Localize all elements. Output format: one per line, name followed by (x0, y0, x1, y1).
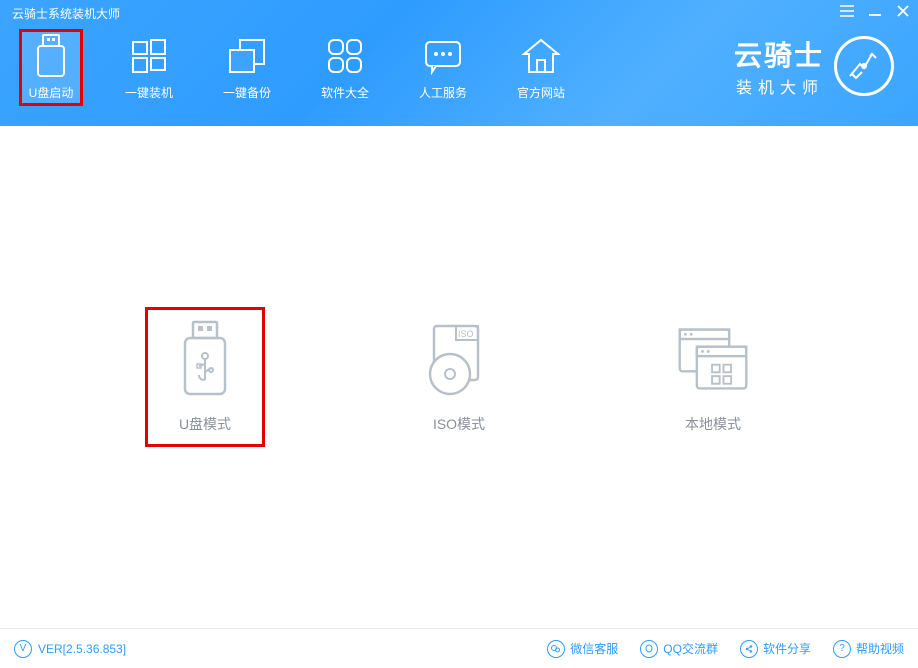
nav-item-oneclick-backup[interactable]: 一键备份 (216, 30, 278, 105)
footer-version[interactable]: V VER[2.5.36.853] (14, 640, 126, 658)
footer-link-help[interactable]: ? 帮助视频 (833, 640, 904, 658)
footer-link-share[interactable]: 软件分享 (740, 640, 811, 658)
apps-icon (323, 34, 367, 78)
mode-label: U盘模式 (179, 414, 231, 434)
svg-text:ISO: ISO (458, 329, 474, 339)
mode-label: ISO模式 (433, 414, 485, 434)
footer: V VER[2.5.36.853] 微信客服 QQ交流群 软件分享 ? 帮助视频 (0, 628, 918, 668)
iso-mode-icon: ISO (420, 320, 498, 398)
menu-icon[interactable] (840, 4, 854, 18)
nav-label: 一键备份 (223, 84, 271, 101)
chat-icon (421, 34, 465, 78)
brand-name: 云骑士 (734, 34, 824, 74)
nav-item-website[interactable]: 官方网站 (510, 30, 572, 105)
footer-link-qq[interactable]: QQ交流群 (640, 640, 718, 658)
minimize-button[interactable] (868, 4, 882, 18)
footer-link-label: 软件分享 (763, 640, 811, 657)
wechat-icon (547, 640, 565, 658)
nav-label: U盘启动 (29, 84, 74, 101)
nav-label: 一键装机 (125, 84, 173, 101)
brand-text: 云骑士 装机大师 (734, 34, 824, 98)
usb-mode-icon (166, 320, 244, 398)
share-icon (740, 640, 758, 658)
footer-links: 微信客服 QQ交流群 软件分享 ? 帮助视频 (547, 640, 904, 658)
mode-label: 本地模式 (685, 414, 741, 434)
nav-label: 人工服务 (419, 84, 467, 101)
close-button[interactable] (896, 4, 910, 18)
nav-label: 软件大全 (321, 84, 369, 101)
nav-item-usb-boot[interactable]: U盘启动 (20, 30, 82, 105)
mode-local[interactable]: 本地模式 (656, 310, 770, 444)
header: 云骑士系统装机大师 U盘启动 (0, 0, 918, 126)
qq-icon (640, 640, 658, 658)
titlebar: 云骑士系统装机大师 (0, 0, 918, 26)
footer-link-label: QQ交流群 (663, 640, 718, 657)
backup-icon (225, 34, 269, 78)
nav-item-support[interactable]: 人工服务 (412, 30, 474, 105)
footer-link-label: 帮助视频 (856, 640, 904, 657)
mode-iso[interactable]: ISO ISO模式 (402, 310, 516, 444)
brand-subtitle: 装机大师 (736, 74, 824, 98)
window-controls (840, 4, 910, 18)
usb-icon (29, 34, 73, 78)
main-content: U盘模式 ISO ISO模式 (0, 126, 918, 628)
brand-logo-icon (834, 36, 894, 96)
nav-item-oneclick-install[interactable]: 一键装机 (118, 30, 180, 105)
footer-link-label: 微信客服 (570, 640, 618, 657)
windows-icon (127, 34, 171, 78)
app-title: 云骑士系统装机大师 (8, 5, 120, 22)
nav-item-software[interactable]: 软件大全 (314, 30, 376, 105)
footer-link-wechat[interactable]: 微信客服 (547, 640, 618, 658)
nav-label: 官方网站 (517, 84, 565, 101)
mode-usb[interactable]: U盘模式 (148, 310, 262, 444)
local-mode-icon (674, 320, 752, 398)
home-icon (519, 34, 563, 78)
brand: 云骑士 装机大师 (734, 34, 894, 98)
version-text: VER[2.5.36.853] (38, 642, 126, 656)
version-icon: V (14, 640, 32, 658)
help-icon: ? (833, 640, 851, 658)
